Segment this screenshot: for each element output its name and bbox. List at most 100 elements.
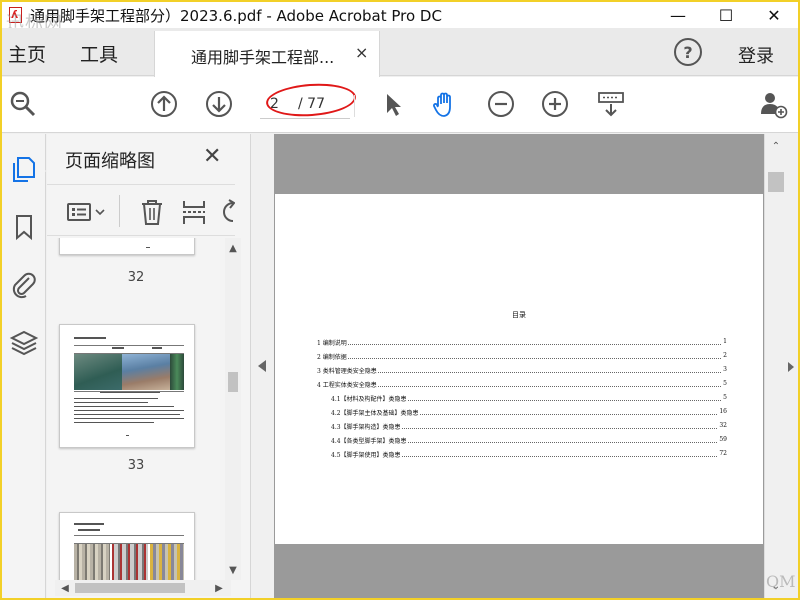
toc-leader-dots: [347, 344, 722, 345]
toc-leader-dots: [419, 414, 718, 415]
thumbnails-horizontal-scrollbar[interactable]: ◀ ▶: [55, 580, 231, 596]
main-toolbar: 2 / 77: [2, 77, 798, 133]
panel-collapse-strip[interactable]: [252, 134, 274, 598]
collapse-left-arrow-icon[interactable]: [258, 360, 266, 372]
scroll-up-arrow-icon[interactable]: ▲: [225, 240, 241, 256]
document-view[interactable]: 目录 1 编制说明 1 2 编制依据 2 3 类料管理类安全隐患 3 4 工程实体类安全隐患…: [274, 134, 764, 598]
close-panel-button[interactable]: ✕: [203, 144, 221, 169]
bookmark-icon[interactable]: [9, 212, 39, 242]
document-vertical-scrollbar[interactable]: ⌃ ⌄: [764, 134, 786, 598]
toc-entry[interactable]: 3 类料管理类安全隐患 3: [275, 366, 763, 376]
login-button[interactable]: 登录: [738, 42, 774, 68]
scrollbar-thumb[interactable]: [228, 372, 238, 392]
doc-scrollbar-thumb[interactable]: [768, 172, 784, 192]
doc-scroll-up-arrow-icon[interactable]: ⌃: [768, 138, 784, 154]
minimize-button[interactable]: —: [654, 2, 702, 28]
scroll-right-arrow-icon[interactable]: ▶: [211, 580, 227, 596]
toc-entry-label: 4 工程实体类安全隐患: [317, 382, 377, 389]
share-user-icon[interactable]: [758, 89, 788, 119]
toc-entry[interactable]: 4.3【脚手架构造】类隐患 32: [275, 422, 763, 432]
thumbnail-page-number: 33: [127, 458, 145, 473]
toc-entry-label: 4.5【脚手架使用】类隐患: [331, 452, 401, 459]
active-panel-pointer: [38, 163, 46, 179]
scroll-left-arrow-icon[interactable]: ◀: [57, 580, 73, 596]
hand-tool-icon[interactable]: [430, 89, 460, 119]
maximize-button[interactable]: ☐: [702, 2, 750, 28]
toc-leader-dots: [377, 372, 722, 373]
right-pane-strip[interactable]: [786, 134, 798, 598]
navigation-rail: [2, 134, 46, 598]
tab-tools[interactable]: 工具: [80, 40, 118, 67]
thumbnails-vertical-scrollbar[interactable]: ▲ ▼: [225, 238, 241, 580]
attachment-icon[interactable]: [9, 270, 39, 300]
thumbnails-list: 32 33: [47, 238, 225, 580]
toc-leader-dots: [347, 358, 722, 359]
toolbar-divider: [354, 95, 355, 117]
toc-leader-dots: [377, 386, 722, 387]
toc-entry[interactable]: 4.4【各类型脚手架】类隐患 59: [275, 436, 763, 446]
toc-entry-page: 3: [723, 366, 727, 373]
thumbnail-page-number: 32: [127, 270, 145, 285]
toc-entry[interactable]: 2 编制依据 2: [275, 352, 763, 362]
zoom-out-icon[interactable]: [486, 89, 516, 119]
keyboard-scroll-icon[interactable]: [596, 89, 626, 119]
help-button[interactable]: ?: [674, 38, 702, 66]
toc-entry-page: 1: [723, 338, 727, 345]
close-tab-button[interactable]: ×: [355, 43, 368, 62]
delete-page-icon[interactable]: [137, 197, 167, 227]
toc-entry[interactable]: 4.2【脚手架主体及基础】类隐患 16: [275, 408, 763, 418]
toc-entry-page: 2: [723, 352, 727, 359]
thumbnail-toolbar-divider: [119, 195, 120, 227]
toc-leader-dots: [407, 442, 718, 443]
extract-pages-icon[interactable]: [179, 197, 209, 227]
tab-bar: 主页 工具 通用脚手架工程部... × ? 登录: [2, 28, 798, 77]
toc-entry-page: 72: [719, 450, 727, 457]
toc-entry[interactable]: 4.1【材料及构配件】类隐患 5: [275, 394, 763, 404]
toc-entry[interactable]: 4.5【脚手架使用】类隐患 72: [275, 450, 763, 460]
zoom-search-icon[interactable]: [8, 89, 38, 119]
toc-entry[interactable]: 4 工程实体类安全隐患 5: [275, 380, 763, 390]
toc-entry[interactable]: 1 编制说明 1: [275, 338, 763, 348]
corner-watermark: QM: [766, 572, 796, 591]
expand-right-arrow-icon[interactable]: [788, 362, 794, 372]
page-thumbnail[interactable]: [59, 512, 195, 580]
toc-entry-label: 4.4【各类型脚手架】类隐患: [331, 438, 407, 445]
page-up-icon[interactable]: [149, 89, 179, 119]
close-window-button[interactable]: ✕: [750, 2, 798, 28]
toc-leader-dots: [401, 428, 718, 429]
toc-entry-page: 5: [723, 394, 727, 401]
select-cursor-icon[interactable]: [378, 89, 408, 119]
document-tab-label: 通用脚手架工程部...: [191, 48, 335, 67]
zoom-in-icon[interactable]: [540, 89, 570, 119]
panel-title: 页面缩略图: [65, 151, 155, 172]
pdf-page: 目录 1 编制说明 1 2 编制依据 2 3 类料管理类安全隐患 3 4 工程实体类安全隐患…: [275, 194, 763, 544]
toc-entry-page: 16: [719, 408, 727, 415]
page-thumbnail[interactable]: [59, 324, 195, 448]
window-title: 通用脚手架工程部分）2023.6.pdf - Adobe Acrobat Pro…: [30, 6, 442, 25]
tab-document[interactable]: 通用脚手架工程部... ×: [154, 31, 380, 77]
page-thumbnail[interactable]: [59, 238, 195, 255]
toc-entry-page: 32: [719, 422, 727, 429]
page-thumbnails-icon[interactable]: [9, 154, 39, 184]
page-thumbnails-panel: 页面缩略图 ✕ 32 33 ▲ ▼ ◀ ▶: [47, 134, 251, 598]
rotate-page-icon[interactable]: [219, 197, 235, 227]
toc-entry-label: 2 编制依据: [317, 354, 347, 361]
thumbnail-options-icon[interactable]: [65, 197, 109, 227]
toc-entry-label: 4.1【材料及构配件】类隐患: [331, 396, 407, 403]
layers-icon[interactable]: [9, 328, 39, 358]
horizontal-scrollbar-thumb[interactable]: [75, 583, 185, 593]
toc-title: 目录: [512, 311, 526, 319]
toc-leader-dots: [407, 400, 722, 401]
toc-entry-label: 4.2【脚手架主体及基础】类隐患: [331, 410, 419, 417]
toc-entry-label: 4.3【脚手架构造】类隐患: [331, 424, 401, 431]
scroll-down-arrow-icon[interactable]: ▼: [225, 562, 241, 578]
toc-entry-label: 3 类料管理类安全隐患: [317, 368, 377, 375]
toc-entry-page: 59: [719, 436, 727, 443]
thumbnail-toolbar: [47, 184, 235, 236]
title-bar: ʎ 通用脚手架工程部分）2023.6.pdf - Adobe Acrobat P…: [2, 2, 798, 28]
page-down-icon[interactable]: [204, 89, 234, 119]
toc-entry-label: 1 编制说明: [317, 340, 347, 347]
toc-entry-page: 5: [723, 380, 727, 387]
tab-home[interactable]: 主页: [8, 40, 46, 67]
toc-leader-dots: [401, 456, 718, 457]
